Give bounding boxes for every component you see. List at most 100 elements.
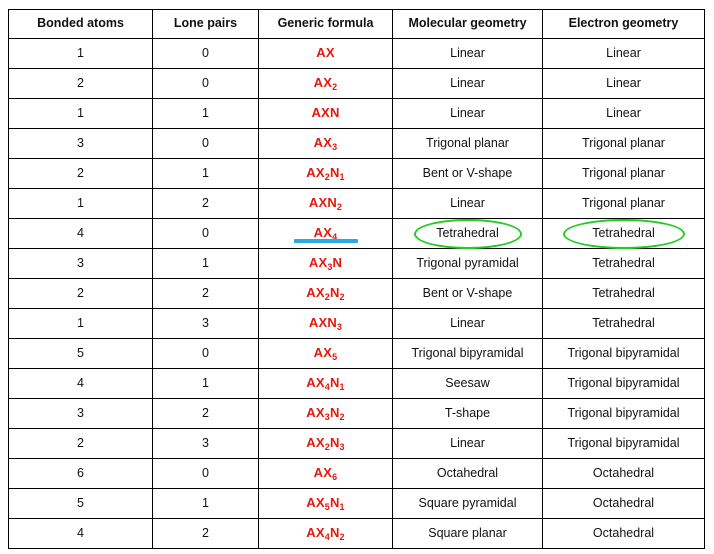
table-row: 2 3 AX2N3 Linear Trigonal bipyramidal	[8, 428, 705, 459]
cell-molecular-geometry: Linear	[392, 188, 543, 219]
cell-generic-formula: AX2N3	[258, 428, 393, 459]
electron-geometry-text: Trigonal bipyramidal	[567, 345, 680, 360]
cell-molecular-geometry: Linear	[392, 308, 543, 339]
cell-lone-pairs: 1	[152, 248, 259, 279]
electron-geometry-text: Tetrahedral	[592, 315, 655, 330]
electron-geometry-text: Trigonal planar	[582, 165, 665, 180]
formula-subscript-n: 1	[339, 172, 345, 183]
cell-generic-formula: AX3N	[258, 248, 393, 279]
formula-subscript-x: 5	[332, 352, 338, 363]
cell-electron-geometry: Octahedral	[542, 518, 705, 549]
cell-bonded-atoms: 1	[8, 98, 153, 129]
cell-lone-pairs: 0	[152, 68, 259, 99]
electron-geometry-text: Tetrahedral	[592, 225, 655, 240]
cell-generic-formula: AX	[258, 38, 393, 69]
molecular-geometry-text: Linear	[450, 315, 485, 330]
cell-bonded-atoms: 1	[8, 188, 153, 219]
molecular-geometry-text: Seesaw	[445, 375, 490, 390]
cell-electron-geometry: Tetrahedral	[542, 308, 705, 339]
formula-text: AX6	[313, 465, 338, 483]
formula-text: AX3	[313, 135, 338, 153]
electron-geometry-text: Linear	[606, 45, 641, 60]
formula-text: AXN	[311, 105, 340, 121]
formula-text: AX4N2	[306, 525, 345, 543]
table-row: 4 0 AX4 Tetrahedral Tetrahedral	[8, 218, 705, 249]
table-row: 2 2 AX2N2 Bent or V-shape Tetrahedral	[8, 278, 705, 309]
formula-subscript-x: 3	[332, 142, 338, 153]
electron-geometry-text: Trigonal planar	[582, 195, 665, 210]
cell-molecular-geometry: T-shape	[392, 398, 543, 429]
cell-bonded-atoms: 3	[8, 248, 153, 279]
molecular-geometry-text: Tetrahedral	[436, 225, 499, 240]
cell-molecular-geometry: Seesaw	[392, 368, 543, 399]
electron-geometry-text: Tetrahedral	[592, 285, 655, 300]
cell-electron-geometry: Tetrahedral	[542, 218, 705, 249]
cell-lone-pairs: 1	[152, 368, 259, 399]
formula-subscript-x: 3	[324, 412, 330, 423]
cell-bonded-atoms: 4	[8, 218, 153, 249]
table-header-row: Bonded atoms Lone pairs Generic formula …	[8, 9, 705, 39]
cell-generic-formula: AX6	[258, 458, 393, 489]
table-row: 1 3 AXN3 Linear Tetrahedral	[8, 308, 705, 339]
formula-subscript-n: 2	[339, 532, 345, 543]
table-row: 3 2 AX3N2 T-shape Trigonal bipyramidal	[8, 398, 705, 429]
cell-lone-pairs: 0	[152, 458, 259, 489]
table-row: 1 0 AX Linear Linear	[8, 38, 705, 69]
cell-generic-formula: AX2N2	[258, 278, 393, 309]
molecular-geometry-text: Square planar	[428, 525, 507, 540]
cell-electron-geometry: Trigonal bipyramidal	[542, 368, 705, 399]
cell-generic-formula: AX4N1	[258, 368, 393, 399]
formula-subscript-x: 2	[324, 172, 330, 183]
formula-subscript-x: 4	[324, 382, 330, 393]
formula-subscript-x: 2	[324, 292, 330, 303]
formula-subscript-x: 6	[332, 472, 338, 483]
table-row: 1 2 AXN2 Linear Trigonal planar	[8, 188, 705, 219]
cell-bonded-atoms: 6	[8, 458, 153, 489]
column-header-molecular-geometry: Molecular geometry	[392, 9, 543, 39]
cell-bonded-atoms: 4	[8, 518, 153, 549]
table-row: 5 1 AX5N1 Square pyramidal Octahedral	[8, 488, 705, 519]
table-row: 5 0 AX5 Trigonal bipyramidal Trigonal bipyra…	[8, 338, 705, 369]
cell-molecular-geometry: Linear	[392, 68, 543, 99]
cell-electron-geometry: Linear	[542, 38, 705, 69]
formula-subscript-x: 2	[332, 82, 338, 93]
cell-electron-geometry: Tetrahedral	[542, 278, 705, 309]
electron-geometry-text: Octahedral	[592, 525, 655, 540]
cell-bonded-atoms: 3	[8, 398, 153, 429]
formula-subscript-n: 2	[339, 412, 345, 423]
cell-lone-pairs: 0	[152, 338, 259, 369]
cell-molecular-geometry: Linear	[392, 98, 543, 129]
cell-electron-geometry: Trigonal bipyramidal	[542, 338, 705, 369]
cell-molecular-geometry: Bent or V-shape	[392, 158, 543, 189]
formula-text: AX	[316, 45, 335, 61]
formula-text: AX2N2	[306, 285, 345, 303]
cell-molecular-geometry: Linear	[392, 38, 543, 69]
cell-lone-pairs: 3	[152, 428, 259, 459]
cell-electron-geometry: Trigonal planar	[542, 128, 705, 159]
cell-bonded-atoms: 2	[8, 278, 153, 309]
formula-text: AX3N2	[306, 405, 345, 423]
molecular-geometry-text: Trigonal bipyramidal	[411, 345, 524, 360]
cell-lone-pairs: 1	[152, 158, 259, 189]
table-row: 4 1 AX4N1 Seesaw Trigonal bipyramidal	[8, 368, 705, 399]
formula-text: AX2N1	[306, 165, 345, 183]
table-body: 1 0 AX Linear Linear 2 0 AX2 Linear Linear 1 1 AXN Li…	[8, 38, 705, 549]
formula-subscript-x: 3	[327, 262, 333, 273]
blue-highlight-underline	[293, 239, 358, 243]
cell-electron-geometry: Octahedral	[542, 458, 705, 489]
table-row: 2 0 AX2 Linear Linear	[8, 68, 705, 99]
cell-lone-pairs: 0	[152, 218, 259, 249]
electron-geometry-text: Tetrahedral	[592, 255, 655, 270]
table-row: 3 0 AX3 Trigonal planar Trigonal planar	[8, 128, 705, 159]
cell-molecular-geometry: Square pyramidal	[392, 488, 543, 519]
electron-geometry-text: Trigonal bipyramidal	[567, 405, 680, 420]
formula-text: AX2	[313, 75, 338, 93]
cell-lone-pairs: 3	[152, 308, 259, 339]
cell-electron-geometry: Trigonal bipyramidal	[542, 398, 705, 429]
cell-bonded-atoms: 2	[8, 428, 153, 459]
electron-geometry-text: Trigonal bipyramidal	[567, 435, 680, 450]
cell-molecular-geometry: Square planar	[392, 518, 543, 549]
cell-electron-geometry: Octahedral	[542, 488, 705, 519]
formula-subscript-n: 1	[339, 502, 345, 513]
cell-lone-pairs: 2	[152, 518, 259, 549]
